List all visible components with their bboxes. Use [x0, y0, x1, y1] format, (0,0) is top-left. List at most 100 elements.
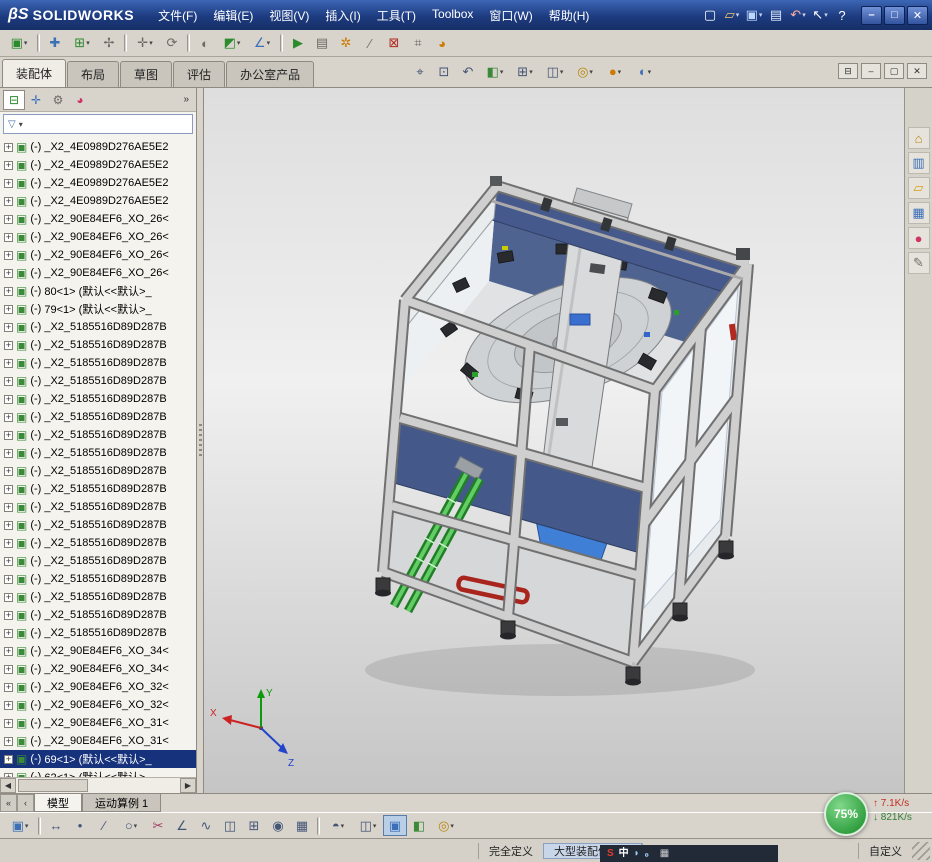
- appearances-scenes-icon[interactable]: ●: [907, 227, 930, 249]
- solidworks-resources-icon[interactable]: ⌂: [907, 127, 930, 149]
- toolbar-icon[interactable]: [124, 34, 127, 52]
- expand-icon[interactable]: +: [4, 646, 13, 656]
- spline-icon[interactable]: ∿: [194, 815, 218, 836]
- expand-icon[interactable]: +: [4, 682, 13, 692]
- expand-icon[interactable]: +: [4, 484, 13, 494]
- tree-item[interactable]: + ▣ (-) _X2_5185516D89D287B: [0, 552, 196, 570]
- tree-item[interactable]: + ▣ (-) _X2_5185516D89D287B: [0, 588, 196, 606]
- hatch-icon[interactable]: ▦: [290, 815, 314, 836]
- tree-item[interactable]: + ▣ (-) _X2_5185516D89D287B: [0, 534, 196, 552]
- menu-tools[interactable]: 工具(T): [369, 4, 424, 27]
- circle-icon[interactable]: ○: [116, 815, 146, 836]
- interference-detection-icon[interactable]: ⊠: [382, 33, 406, 54]
- expand-icon[interactable]: +: [4, 628, 13, 638]
- rotate-component-icon[interactable]: ⟳: [160, 33, 184, 54]
- expand-icon[interactable]: +: [4, 160, 13, 170]
- edit-appearance-icon[interactable]: ●: [600, 61, 630, 82]
- tree-item[interactable]: + ▣ (-) _X2_5185516D89D287B: [0, 336, 196, 354]
- section-view-icon[interactable]: ◧: [407, 815, 431, 836]
- expand-icon[interactable]: +: [4, 430, 13, 440]
- tab-motion-study-1[interactable]: 运动算例 1: [82, 794, 162, 812]
- view-palette-icon[interactable]: ▦: [907, 202, 930, 224]
- help-icon[interactable]: ?: [831, 5, 853, 25]
- expand-icon[interactable]: +: [4, 268, 13, 278]
- view-orientation-icon[interactable]: ◓: [323, 815, 353, 836]
- toolbar-icon[interactable]: [280, 34, 283, 52]
- tree-item[interactable]: + ▣ (-) _X2_5185516D89D287B: [0, 408, 196, 426]
- tab-assembly[interactable]: 装配体: [2, 59, 67, 87]
- expand-icon[interactable]: +: [4, 736, 13, 746]
- propertymanager-tab[interactable]: ✛: [25, 90, 47, 110]
- expand-icon[interactable]: +: [4, 664, 13, 674]
- expand-icon[interactable]: +: [4, 538, 13, 548]
- expand-icon[interactable]: +: [4, 610, 13, 620]
- new-motion-study-icon[interactable]: ▶: [286, 33, 310, 54]
- point-icon[interactable]: •: [68, 815, 92, 836]
- zoom-area-icon[interactable]: ⊡: [432, 61, 456, 82]
- scroll-right-icon[interactable]: ▶: [180, 778, 196, 793]
- tree-item[interactable]: + ▣ (-) _X2_5185516D89D287B: [0, 318, 196, 336]
- tree-filter[interactable]: ▽ ▾: [3, 114, 193, 134]
- expand-icon[interactable]: +: [4, 754, 13, 764]
- previous-view-icon[interactable]: ↶: [456, 61, 480, 82]
- display-style-icon[interactable]: ◫: [540, 61, 570, 82]
- tree-item[interactable]: + ▣ (-) _X2_90E84EF6_XO_26<: [0, 264, 196, 282]
- tree-item[interactable]: + ▣ (-) _X2_5185516D89D287B: [0, 480, 196, 498]
- assembly-features-icon[interactable]: ◩: [217, 33, 247, 54]
- appearance-icon[interactable]: ◕: [430, 33, 454, 54]
- menu-toolbox[interactable]: Toolbox: [424, 4, 481, 27]
- tree-item[interactable]: + ▣ (-) _X2_5185516D89D287B: [0, 624, 196, 642]
- custom-properties-icon[interactable]: ✎: [907, 252, 930, 274]
- hide-show-items-icon[interactable]: ◎: [570, 61, 600, 82]
- tree-item[interactable]: + ▣ (-) _X2_5185516D89D287B: [0, 516, 196, 534]
- display-style-icon[interactable]: ◫: [353, 815, 383, 836]
- tree-item[interactable]: + ▣ (-) _X2_5185516D89D287B: [0, 354, 196, 372]
- displaymanager-tab[interactable]: ◕: [69, 90, 91, 110]
- tab-model[interactable]: 模型: [34, 794, 82, 812]
- expand-icon[interactable]: +: [4, 142, 13, 152]
- expand-icon[interactable]: +: [4, 502, 13, 512]
- toolbar-icon[interactable]: [37, 34, 40, 52]
- mirror-entities-icon[interactable]: ◫: [218, 815, 242, 836]
- tab-evaluate[interactable]: 评估: [173, 61, 226, 87]
- tree-item[interactable]: + ▣ (-) _X2_90E84EF6_XO_32<: [0, 696, 196, 714]
- tree-item[interactable]: + ▣ (-) _X2_5185516D89D287B: [0, 444, 196, 462]
- mate-icon[interactable]: ✚: [43, 33, 67, 54]
- customize-button[interactable]: 自定义: [858, 842, 912, 859]
- smart-fasteners-icon[interactable]: ✢: [97, 33, 121, 54]
- panel-overflow-chevron[interactable]: »: [179, 94, 193, 105]
- expand-icon[interactable]: +: [4, 448, 13, 458]
- tree-horizontal-scrollbar[interactable]: ◀ ▶: [0, 777, 196, 793]
- tree-item[interactable]: + ▣ (-) _X2_90E84EF6_XO_31<: [0, 732, 196, 750]
- menu-help[interactable]: 帮助(H): [541, 4, 598, 27]
- linear-sketch-pattern-icon[interactable]: ⊞: [242, 815, 266, 836]
- tree-item[interactable]: + ▣ (-) _X2_90E84EF6_XO_26<: [0, 246, 196, 264]
- doc-minimize-button[interactable]: –: [861, 63, 881, 79]
- exploded-view-icon[interactable]: ✲: [334, 33, 358, 54]
- sketch-fillet-icon[interactable]: ∠: [170, 815, 194, 836]
- convert-entities-icon[interactable]: ◉: [266, 815, 290, 836]
- input-mode-chinese-icon[interactable]: 中: [619, 848, 629, 859]
- print-icon[interactable]: ▤: [765, 5, 787, 25]
- sogou-input-icon[interactable]: S: [607, 848, 614, 859]
- tree-item[interactable]: + ▣ (-) 79<1> (默认<<默认>_: [0, 300, 196, 318]
- expand-icon[interactable]: +: [4, 592, 13, 602]
- maximize-button[interactable]: □: [884, 5, 905, 25]
- reference-geometry-icon[interactable]: ∠: [247, 33, 277, 54]
- zoom-fit-icon[interactable]: ⌖: [408, 61, 432, 82]
- tree-item[interactable]: + ▣ (-) _X2_4E0989D276AE5E2: [0, 174, 196, 192]
- doc-close-button[interactable]: ✕: [907, 63, 927, 79]
- toolbar-icon[interactable]: [187, 34, 190, 52]
- design-library-icon[interactable]: ▥: [907, 152, 930, 174]
- undo-icon[interactable]: ↶: [787, 5, 809, 25]
- 3d-model-viewport[interactable]: Y X Z: [204, 88, 904, 793]
- featuremanager-tree-tab[interactable]: ⊟: [3, 89, 25, 110]
- menu-window[interactable]: 窗口(W): [481, 4, 540, 27]
- section-view-icon[interactable]: ◧: [480, 61, 510, 82]
- insert-component-icon[interactable]: ▣: [4, 33, 34, 54]
- panel-splitter[interactable]: [197, 88, 204, 793]
- tree-item[interactable]: + ▣ (-) _X2_5185516D89D287B: [0, 462, 196, 480]
- select-cursor-icon[interactable]: ↖: [809, 5, 831, 25]
- tree-item[interactable]: + ▣ (-) 69<1> (默认<<默认>_: [0, 750, 196, 768]
- file-explorer-icon[interactable]: ▱: [907, 177, 930, 199]
